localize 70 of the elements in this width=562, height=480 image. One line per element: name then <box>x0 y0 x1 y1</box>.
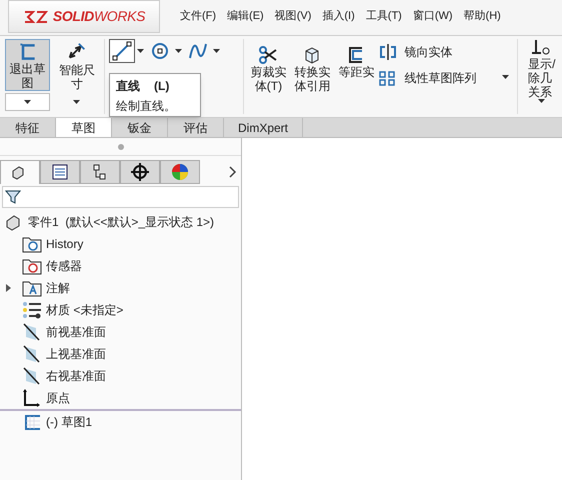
filter-field[interactable] <box>2 186 239 208</box>
menu-item[interactable]: 编辑(E) <box>227 8 264 25</box>
tree-item[interactable]: 上视基准面 <box>46 345 106 363</box>
dropdown-caret-icon[interactable] <box>174 49 182 53</box>
dropdown-caret-icon[interactable] <box>502 74 510 78</box>
dropdown-caret-icon[interactable] <box>212 49 220 53</box>
tree-item[interactable]: 右视基准面 <box>46 367 106 385</box>
tree-item[interactable]: History <box>46 235 84 253</box>
panel-tab[interactable] <box>0 160 40 184</box>
toolbar-label: 关系 <box>528 85 554 99</box>
line-tool-icon <box>112 41 132 61</box>
splitter-handle-icon[interactable] <box>118 144 124 150</box>
tree-item[interactable]: 前视基准面 <box>46 323 106 341</box>
ribbon-tab[interactable]: DimXpert <box>224 118 304 137</box>
menu-item[interactable]: 插入(I) <box>322 8 355 25</box>
scroll-right-icon[interactable] <box>229 166 237 178</box>
property-list-icon <box>50 162 70 182</box>
menu-item[interactable]: 工具(T) <box>366 8 402 25</box>
panel-tab[interactable] <box>80 160 120 184</box>
origin-axes-icon <box>22 389 42 407</box>
ribbon-tab[interactable]: 评估 <box>168 118 224 137</box>
panel-tab[interactable] <box>40 160 80 184</box>
scissors-icon <box>258 45 278 65</box>
ribbon-tab[interactable]: 钣金 <box>112 118 168 137</box>
dropdown-caret-icon[interactable] <box>136 49 144 53</box>
ribbon-tab[interactable]: 草图 <box>56 118 112 137</box>
toolbar-button[interactable]: 转换实体引用 <box>292 39 332 114</box>
toolbar-button[interactable]: 镜向实体 <box>378 43 502 61</box>
plane-icon <box>22 323 42 341</box>
dropdown-caret-icon[interactable] <box>73 100 80 104</box>
tree-item[interactable]: 零件1 (默认<<默认>_显示状态 1>) <box>28 213 214 231</box>
tooltip-description: 绘制直线。 <box>116 98 177 115</box>
circle-tool-icon <box>150 41 170 61</box>
expand-arrow-icon[interactable] <box>6 284 12 292</box>
toolbar-button[interactable]: 等距实 <box>336 39 376 114</box>
logo-mark-icon <box>22 8 49 24</box>
menu-item[interactable]: 帮助(H) <box>464 8 501 25</box>
spline-tool-icon <box>188 41 208 61</box>
tooltip-title: 直线 <box>116 78 140 95</box>
color-ball-icon <box>170 162 190 182</box>
toolbar-label: 除几 <box>528 71 554 85</box>
plane-icon <box>22 367 42 385</box>
tool-button[interactable] <box>108 39 135 63</box>
tree-item[interactable]: 传感器 <box>46 257 82 275</box>
panel-tab[interactable] <box>120 160 160 184</box>
toolbar-button[interactable]: 线性草图阵列 <box>378 69 502 87</box>
menu-item[interactable]: 文件(F) <box>180 8 216 25</box>
material-list-icon <box>22 301 42 319</box>
shortcut-key: (L) <box>154 77 170 95</box>
annotation-folder-icon <box>22 279 42 297</box>
mirror-icon <box>378 44 398 60</box>
gauge-folder-icon <box>22 257 42 275</box>
dropdown-caret-icon[interactable] <box>24 100 32 104</box>
crosshair-icon <box>130 162 150 182</box>
tree-item[interactable]: 材质 <未指定> <box>46 301 124 319</box>
toolbar-button[interactable]: 智能尺寸 <box>54 39 100 91</box>
plane-icon <box>22 345 42 363</box>
history-folder-icon <box>22 235 42 253</box>
toolbar-label: 显示/ <box>528 57 556 71</box>
menu-item[interactable]: 窗口(W) <box>412 8 453 25</box>
sketch-icon <box>22 413 42 431</box>
toolbar-button[interactable]: 剪裁实体(T) <box>248 39 288 114</box>
menu-item[interactable]: 视图(V) <box>274 8 312 25</box>
tree-item[interactable]: 原点 <box>46 389 70 407</box>
dropdown-caret-icon[interactable] <box>538 99 546 103</box>
brand-name: SOLIDWORKS <box>52 7 146 26</box>
tree-item[interactable]: 注解 <box>46 279 70 297</box>
tree-item[interactable]: (-) 草图1 <box>46 413 92 431</box>
toolbar-button[interactable]: 退出草图 <box>5 39 50 91</box>
filter-icon <box>5 189 21 205</box>
